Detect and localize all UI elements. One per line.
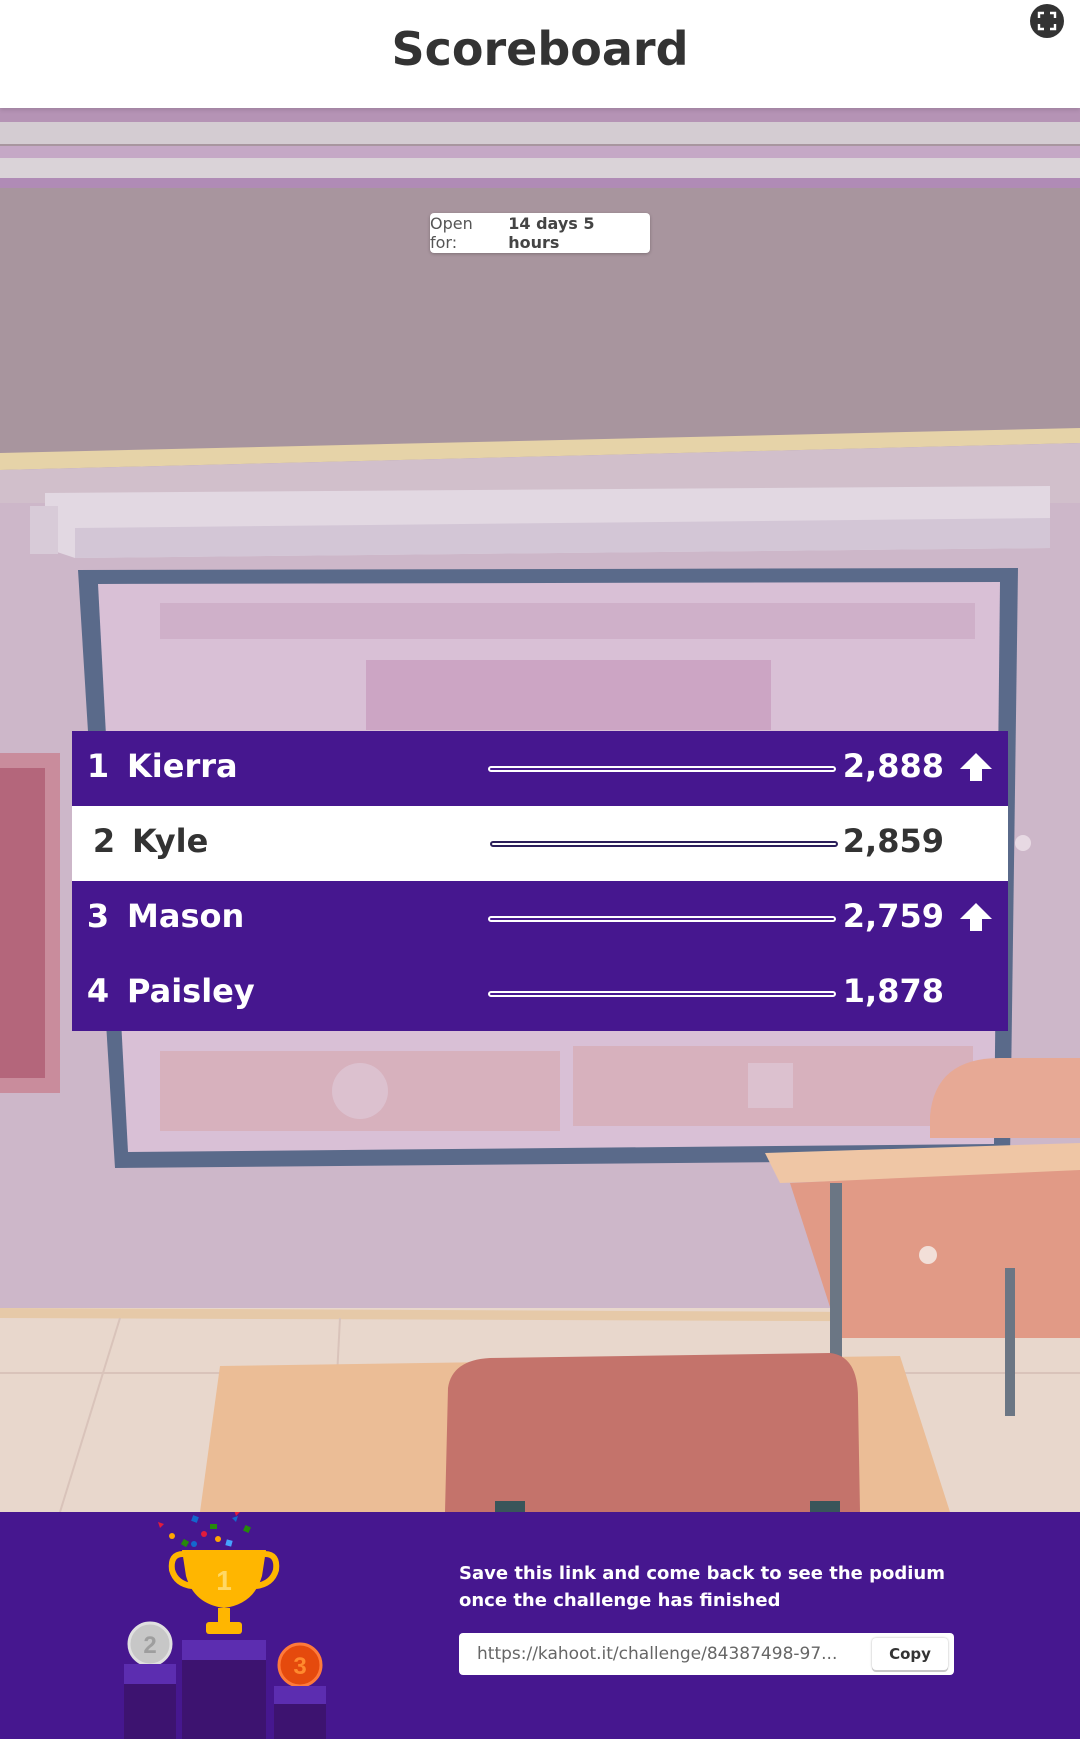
scoreboard-list: 1 Kierra 2,888 2 Kyle 2,859 3 Mason 2,75… bbox=[72, 731, 1008, 1031]
header: Scoreboard bbox=[0, 0, 1080, 108]
player-name: Mason bbox=[127, 897, 245, 935]
challenge-link-box: https://kahoot.it/challenge/84387498-97.… bbox=[459, 1633, 954, 1675]
player-score: 2,859 bbox=[842, 822, 944, 860]
rank-up-arrow-icon bbox=[960, 903, 992, 931]
player-name: Paisley bbox=[127, 972, 255, 1010]
player-name: Kyle bbox=[132, 822, 209, 860]
page-title: Scoreboard bbox=[391, 22, 689, 76]
score-bar bbox=[490, 841, 838, 847]
player-rank: 1 bbox=[86, 747, 110, 785]
podium-third-label: 3 bbox=[293, 1653, 306, 1680]
scoreboard-row: 4 Paisley 1,878 bbox=[72, 956, 1008, 1031]
player-score: 2,759 bbox=[842, 897, 944, 935]
score-bar bbox=[488, 991, 836, 997]
player-rank: 4 bbox=[86, 972, 110, 1010]
footer: 1 2 3 Save this link and come back to se… bbox=[0, 1505, 1080, 1739]
open-duration-value: 14 days 5 hours bbox=[508, 214, 595, 252]
player-rank: 3 bbox=[86, 897, 110, 935]
scoreboard-row-current-player: 2 Kyle 2,859 bbox=[72, 806, 1008, 881]
score-bar bbox=[488, 916, 836, 922]
podium-first-label: 1 bbox=[216, 1565, 232, 1596]
fullscreen-icon bbox=[1037, 11, 1057, 31]
save-link-instructions: Save this link and come back to see the … bbox=[459, 1563, 945, 1611]
player-score: 2,888 bbox=[842, 747, 944, 785]
podium-second-label: 2 bbox=[143, 1632, 156, 1659]
scoreboard-row: 1 Kierra 2,888 bbox=[72, 731, 1008, 806]
player-name: Kierra bbox=[127, 747, 238, 785]
scoreboard-row: 3 Mason 2,759 bbox=[72, 881, 1008, 956]
open-duration-label: Open for: bbox=[430, 214, 473, 252]
player-rank: 2 bbox=[92, 822, 116, 860]
open-duration-badge: Open for: 14 days 5 hours bbox=[430, 213, 650, 253]
rank-up-arrow-icon bbox=[960, 753, 992, 781]
fullscreen-button[interactable] bbox=[1030, 4, 1064, 38]
podium-illustration: 1 2 3 bbox=[120, 1505, 340, 1739]
challenge-link-field[interactable]: https://kahoot.it/challenge/84387498-97.… bbox=[459, 1633, 869, 1675]
score-bar bbox=[488, 766, 836, 772]
copy-button[interactable]: Copy bbox=[872, 1638, 948, 1670]
player-score: 1,878 bbox=[842, 972, 944, 1010]
